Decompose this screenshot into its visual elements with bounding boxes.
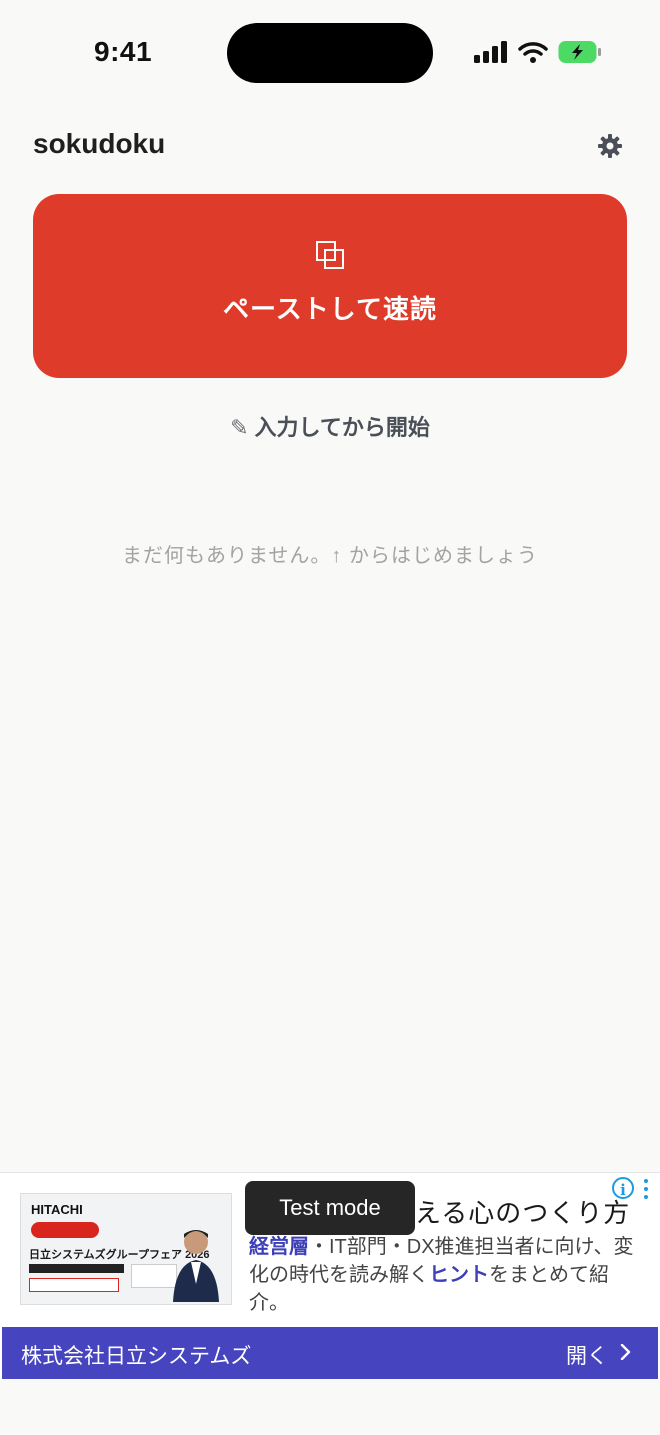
test-mode-badge: Test mode [245, 1181, 415, 1235]
dynamic-island [227, 23, 433, 83]
pencil-icon: ✎ [230, 415, 249, 440]
paste-button-label: ペーストして速読 [223, 293, 437, 324]
ad-cta-bar[interactable]: 株式会社日立システムズ 開く [2, 1327, 658, 1379]
ad-advertiser: 株式会社日立システムズ [21, 1345, 252, 1368]
empty-state-message: まだ何もありません。↑ からはじめましょう [122, 545, 538, 567]
ad-headline: える心のつくり方 [415, 1198, 631, 1228]
app-title: sokudoku [33, 128, 166, 159]
battery-charging-icon [558, 41, 601, 63]
signal-icon [474, 41, 507, 63]
ad-body-bold-2: ヒント [429, 1264, 489, 1286]
settings-gear-icon[interactable] [597, 133, 623, 159]
status-icons [474, 40, 602, 64]
ad-image[interactable]: HITACHI 日立システムズグループフェア 2026 [20, 1193, 232, 1305]
ad-info-icon[interactable]: i [612, 1177, 634, 1199]
wifi-icon [518, 42, 548, 63]
ad-image-live-tag [29, 1278, 119, 1292]
header: sokudoku [0, 120, 660, 174]
paste-and-read-button[interactable]: ペーストして速読 [33, 194, 627, 378]
status-time: 9:41 [94, 36, 153, 67]
more-options-icon[interactable] [644, 1179, 648, 1201]
ad-image-badge [31, 1222, 99, 1238]
ad-banner[interactable]: HITACHI 日立システムズグループフェア 2026 える心のつくり方 経営層… [0, 1172, 660, 1379]
input-then-start-link[interactable]: ✎ 入力してから開始 [0, 410, 660, 442]
ad-body: 経営層・IT部門・DX推進担当者に向け、変化の時代を読み解くヒントをまとめて紹介… [249, 1233, 639, 1317]
person-photo-icon [173, 1230, 219, 1302]
copy-icon [316, 240, 344, 269]
input-then-start-label: 入力してから開始 [254, 415, 430, 440]
status-bar: 9:41 [0, 0, 660, 100]
ad-open-label: 開く [566, 1345, 608, 1368]
ad-image-strip [29, 1264, 124, 1273]
ad-image-brand: HITACHI [31, 1202, 83, 1217]
ad-body-bold-1: 経営層 [249, 1236, 309, 1258]
chevron-right-icon [620, 1344, 631, 1360]
